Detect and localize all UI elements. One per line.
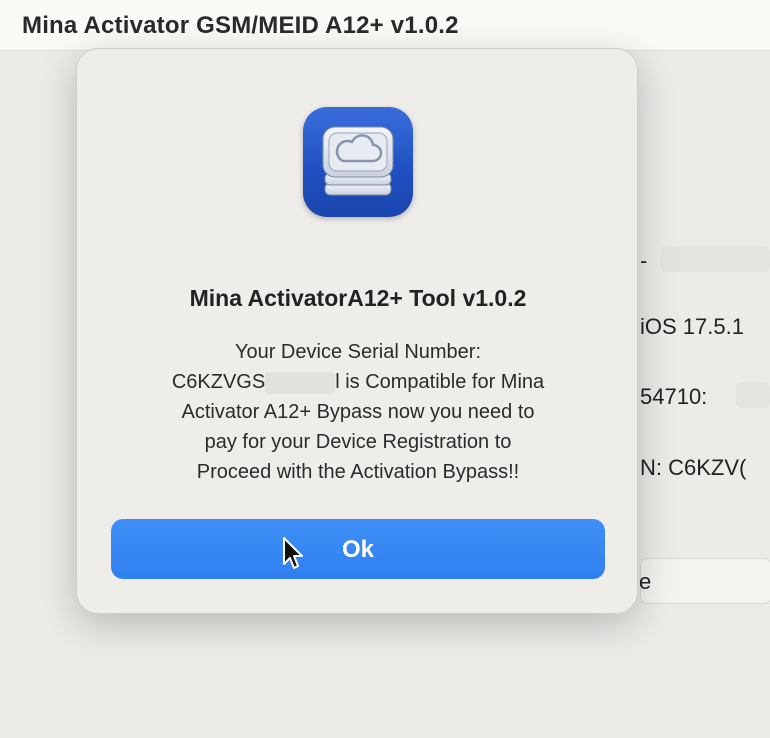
window-titlebar: Mina Activator GSM/MEID A12+ v1.0.2 bbox=[0, 0, 770, 51]
dialog-message: Your Device Serial Number: C6KZVGS l is C… bbox=[117, 337, 599, 487]
bg-imei-fragment: 54710: bbox=[640, 384, 708, 409]
serial-suffix: l is Compatible for Mina bbox=[335, 371, 545, 393]
ok-button[interactable]: Ok bbox=[111, 519, 605, 579]
redacted-value bbox=[736, 382, 770, 408]
window-title: Mina Activator GSM/MEID A12+ v1.0.2 bbox=[22, 12, 459, 39]
message-line: Proceed with the Activation Bypass!! bbox=[196, 461, 520, 483]
dialog-title: Mina ActivatorA12+ Tool v1.0.2 bbox=[189, 285, 527, 311]
redacted-serial bbox=[265, 371, 336, 394]
message-line: Activator A12+ Bypass now you need to bbox=[181, 401, 535, 423]
message-line-serial: C6KZVGS l is Compatible for Mina bbox=[117, 367, 599, 397]
bg-model-fragment: - bbox=[640, 248, 648, 273]
message-line: pay for your Device Registration to bbox=[204, 431, 512, 453]
serial-prefix: C6KZVGS bbox=[171, 371, 266, 393]
bg-input-field[interactable]: e bbox=[639, 558, 770, 604]
bg-field-text: e bbox=[639, 569, 652, 594]
cloud-drive-stack-icon bbox=[303, 107, 413, 217]
bg-ios-version: iOS 17.5.1 bbox=[640, 314, 744, 339]
redacted-value bbox=[660, 246, 770, 272]
mouse-pointer-icon bbox=[282, 536, 306, 572]
message-line: Your Device Serial Number: bbox=[234, 341, 482, 363]
bg-serial-fragment: N: C6KZV( bbox=[640, 455, 747, 480]
alert-dialog: Mina ActivatorA12+ Tool v1.0.2 Your Devi… bbox=[76, 48, 638, 614]
